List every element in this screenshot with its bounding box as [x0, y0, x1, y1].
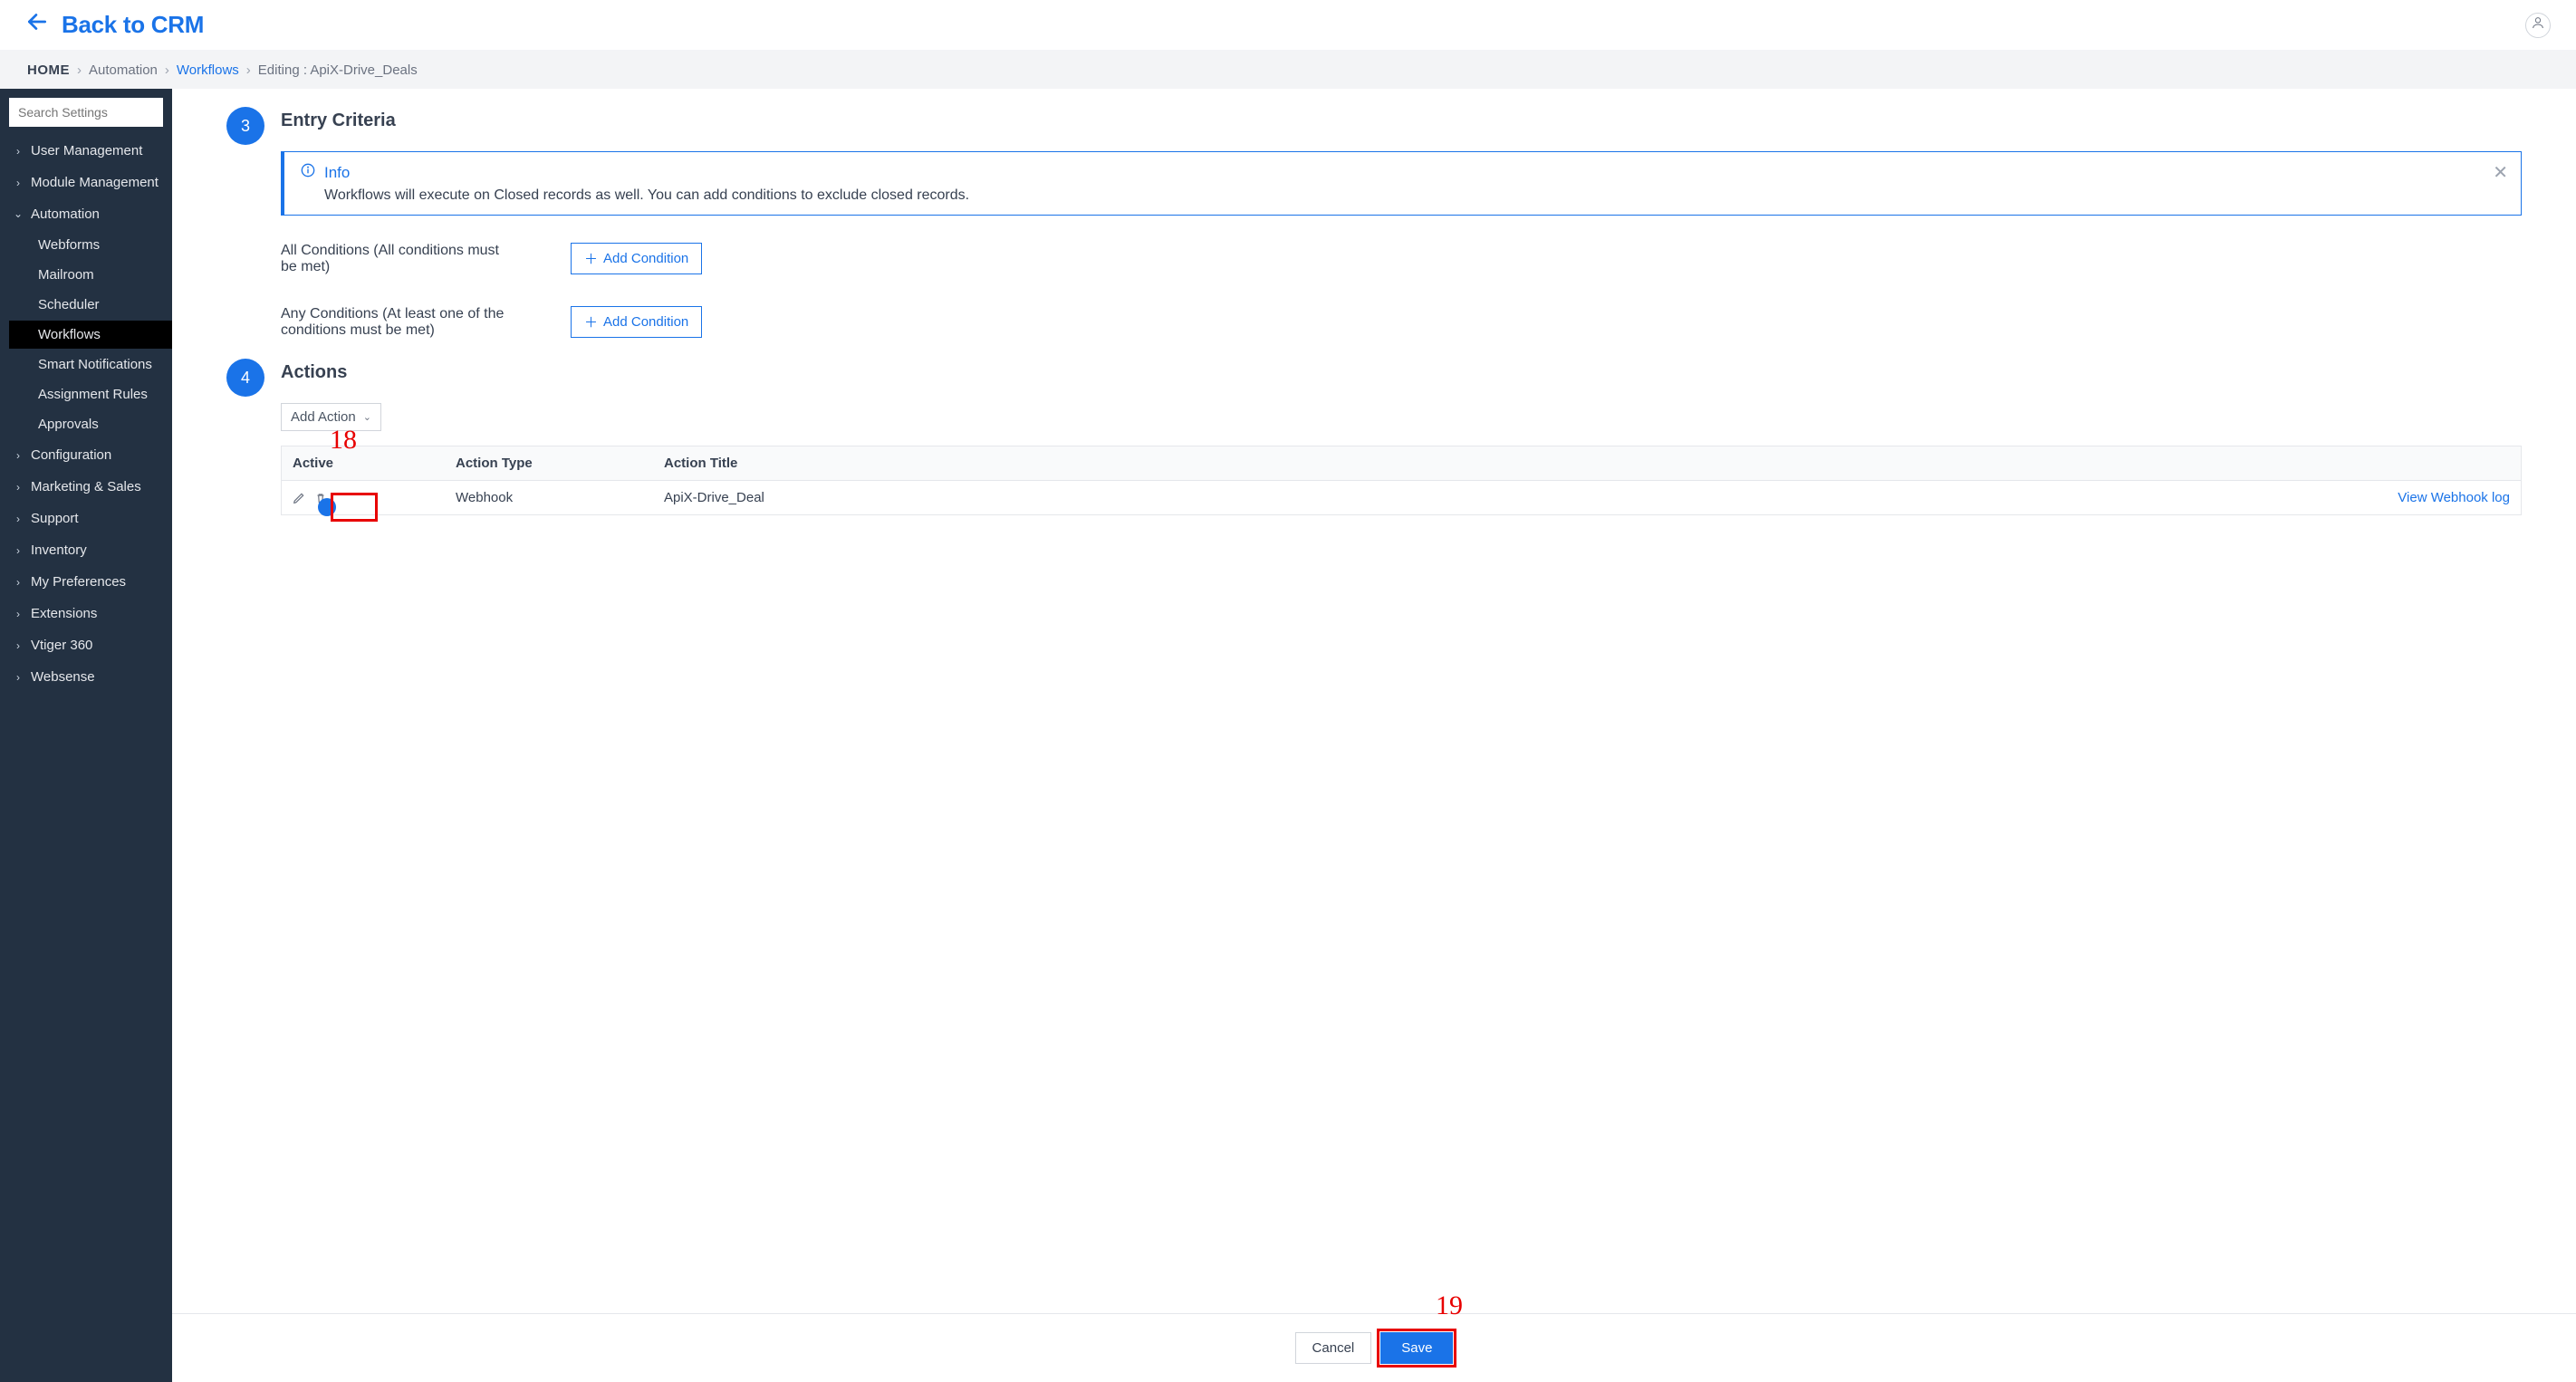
- sidebar-item-label: Support: [31, 511, 79, 526]
- col-header-action-type: Action Type: [445, 446, 653, 480]
- sidebar-item-my-preferences[interactable]: › My Preferences: [9, 567, 163, 597]
- search-input[interactable]: [9, 98, 163, 127]
- save-button[interactable]: Save: [1380, 1332, 1453, 1364]
- add-condition-any-button[interactable]: ＋ Add Condition: [571, 306, 702, 338]
- table-row: Webhook ApiX-Drive_Deal View Webhook log: [282, 481, 2521, 514]
- actions-table: Active Action Type Action Title: [281, 446, 2522, 515]
- plus-icon: ＋: [584, 312, 598, 331]
- chevron-down-icon: ⌄: [363, 411, 371, 423]
- sidebar-item-automation[interactable]: ⌄ Automation: [9, 199, 163, 229]
- sidebar-item-assignment-rules[interactable]: Assignment Rules: [34, 380, 163, 408]
- add-condition-all-button[interactable]: ＋ Add Condition: [571, 243, 702, 274]
- sidebar-item-label: User Management: [31, 143, 142, 158]
- any-conditions-label: Any Conditions (At least one of the cond…: [281, 306, 516, 339]
- back-label: Back to CRM: [62, 11, 204, 39]
- plus-icon: ＋: [584, 249, 598, 268]
- chevron-right-icon: ›: [13, 145, 24, 158]
- chevron-right-icon: ›: [13, 513, 24, 525]
- sidebar-item-support[interactable]: › Support: [9, 504, 163, 533]
- top-bar: Back to CRM: [0, 0, 2576, 51]
- sidebar-item-label: Automation: [31, 206, 100, 222]
- profile-avatar-button[interactable]: [2525, 13, 2551, 38]
- breadcrumb-workflows[interactable]: Workflows: [177, 62, 239, 78]
- back-arrow-icon: [25, 10, 49, 40]
- sidebar-item-smart-notifications[interactable]: Smart Notifications: [34, 350, 163, 379]
- chevron-right-icon: ›: [13, 671, 24, 684]
- back-to-crm-link[interactable]: Back to CRM: [25, 10, 204, 40]
- all-conditions-label: All Conditions (All conditions must be m…: [281, 243, 516, 275]
- col-header-action-title: Action Title: [653, 446, 2340, 480]
- breadcrumb-editing: Editing : ApiX-Drive_Deals: [258, 62, 418, 78]
- info-heading: Info: [324, 164, 350, 182]
- add-action-dropdown[interactable]: Add Action ⌄: [281, 403, 381, 431]
- user-icon: [2531, 15, 2545, 34]
- sidebar-item-label: Websense: [31, 669, 95, 685]
- sidebar-item-vtiger-360[interactable]: › Vtiger 360: [9, 630, 163, 660]
- col-header-active: Active: [282, 446, 445, 480]
- chevron-right-icon: ›: [13, 639, 24, 652]
- chevron-right-icon: ›: [13, 608, 24, 620]
- cancel-button[interactable]: Cancel: [1295, 1332, 1372, 1364]
- table-header: Active Action Type Action Title: [282, 446, 2521, 481]
- button-label: Add Action: [291, 409, 356, 425]
- close-icon[interactable]: ✕: [2493, 161, 2508, 184]
- sidebar-item-workflows[interactable]: Workflows: [9, 321, 172, 349]
- info-icon: [301, 163, 315, 182]
- sidebar-item-label: Vtiger 360: [31, 638, 92, 653]
- button-label: Add Condition: [603, 251, 688, 266]
- chevron-right-icon: ›: [77, 62, 82, 78]
- cell-action-title: ApiX-Drive_Deal: [653, 481, 2340, 514]
- breadcrumb-bar: HOME › Automation › Workflows › Editing …: [0, 51, 2576, 89]
- step-number-badge: 4: [226, 359, 264, 397]
- chevron-right-icon: ›: [165, 62, 169, 78]
- sidebar-item-webforms[interactable]: Webforms: [34, 231, 163, 259]
- sidebar-item-label: Module Management: [31, 175, 159, 190]
- chevron-right-icon: ›: [13, 544, 24, 557]
- settings-sidebar: › User Management › Module Management ⌄ …: [0, 89, 172, 1382]
- section-title-actions: Actions: [281, 362, 2522, 383]
- footer-action-bar: 19 Cancel Save: [172, 1313, 2576, 1382]
- sidebar-item-mailroom[interactable]: Mailroom: [34, 261, 163, 289]
- chevron-right-icon: ›: [13, 576, 24, 589]
- cell-action-type: Webhook: [445, 481, 653, 514]
- sidebar-item-approvals[interactable]: Approvals: [34, 410, 163, 438]
- main-content: 3 Entry Criteria Info Workflows will exe…: [172, 89, 2576, 1382]
- step-number-badge: 3: [226, 107, 264, 145]
- sidebar-item-label: Inventory: [31, 542, 87, 558]
- step-4-section: 4 Actions Add Action ⌄ Active Action Typ…: [226, 362, 2522, 546]
- sidebar-item-websense[interactable]: › Websense: [9, 662, 163, 692]
- annotation-text-19: 19: [1436, 1291, 1463, 1321]
- sidebar-item-inventory[interactable]: › Inventory: [9, 535, 163, 565]
- step-3-section: 3 Entry Criteria Info Workflows will exe…: [226, 110, 2522, 344]
- chevron-right-icon: ›: [13, 449, 24, 462]
- chevron-down-icon: ⌄: [13, 207, 24, 220]
- sidebar-item-label: Marketing & Sales: [31, 479, 141, 494]
- edit-icon[interactable]: [293, 492, 305, 504]
- sidebar-item-label: Configuration: [31, 447, 111, 463]
- view-webhook-log-link[interactable]: View Webhook log: [2398, 490, 2510, 505]
- breadcrumb-home[interactable]: HOME: [27, 62, 70, 78]
- sidebar-item-configuration[interactable]: › Configuration: [9, 440, 163, 470]
- chevron-right-icon: ›: [246, 62, 251, 78]
- sidebar-item-scheduler[interactable]: Scheduler: [34, 291, 163, 319]
- info-body-text: Workflows will execute on Closed records…: [301, 187, 2504, 204]
- section-title-entry-criteria: Entry Criteria: [281, 110, 2522, 131]
- button-label: Add Condition: [603, 314, 688, 330]
- sidebar-item-label: Extensions: [31, 606, 97, 621]
- chevron-right-icon: ›: [13, 177, 24, 189]
- chevron-right-icon: ›: [13, 481, 24, 494]
- sidebar-item-user-management[interactable]: › User Management: [9, 136, 163, 166]
- annotation-box-18: [331, 493, 378, 522]
- sidebar-item-marketing-sales[interactable]: › Marketing & Sales: [9, 472, 163, 502]
- info-alert: Info Workflows will execute on Closed re…: [281, 151, 2522, 216]
- sidebar-item-label: My Preferences: [31, 574, 126, 590]
- sidebar-item-extensions[interactable]: › Extensions: [9, 599, 163, 629]
- breadcrumb-automation[interactable]: Automation: [89, 62, 158, 78]
- sidebar-item-module-management[interactable]: › Module Management: [9, 168, 163, 197]
- sidebar-search: [9, 98, 163, 127]
